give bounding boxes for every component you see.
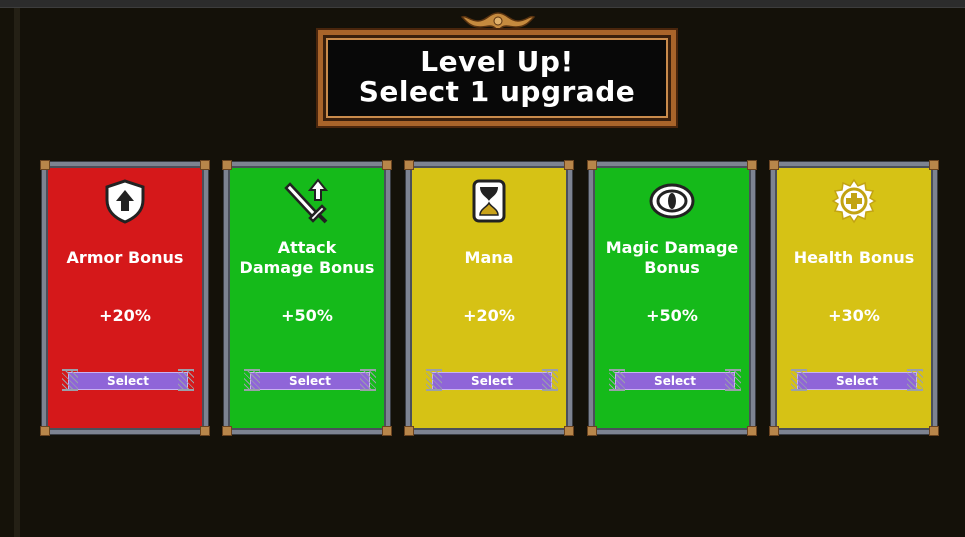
corner-ornament (929, 160, 939, 170)
button-ornament-left (62, 369, 78, 391)
corner-ornament (200, 160, 210, 170)
corner-ornament (404, 426, 414, 436)
button-ornament-left (791, 369, 807, 391)
card-title: Armor Bonus (66, 248, 184, 267)
button-ornament-right (542, 369, 558, 391)
select-button-label: Select (654, 374, 696, 388)
select-magic-damage-button[interactable]: Select (609, 369, 741, 391)
corner-ornament (200, 426, 210, 436)
upgrade-card-magic-damage: Magic Damage Bonus +50% Select (587, 160, 757, 436)
card-title: Attack Damage Bonus (239, 238, 375, 277)
card-value: +50% (646, 306, 698, 325)
sword-arrow-icon (284, 178, 329, 224)
eye-icon (649, 183, 695, 219)
corner-ornament (769, 160, 779, 170)
card-value: +20% (463, 306, 515, 325)
card-title: Mana (464, 248, 514, 267)
select-health-button[interactable]: Select (791, 369, 923, 391)
corner-ornament (587, 426, 597, 436)
corner-ornament (929, 426, 939, 436)
select-attack-button[interactable]: Select (244, 369, 376, 391)
button-ornament-right (178, 369, 194, 391)
select-mana-button[interactable]: Select (426, 369, 558, 391)
corner-ornament (564, 426, 574, 436)
corner-ornament (587, 160, 597, 170)
button-ornament-left (609, 369, 625, 391)
corner-ornament (382, 426, 392, 436)
card-value: +30% (828, 306, 880, 325)
shield-arrow-icon (105, 179, 145, 224)
corner-ornament (564, 160, 574, 170)
editor-toolbar (0, 0, 965, 8)
card-value: +50% (281, 306, 333, 325)
button-ornament-right (907, 369, 923, 391)
corner-ornament (769, 426, 779, 436)
card-title: Magic Damage Bonus (605, 238, 739, 277)
select-button-label: Select (289, 374, 331, 388)
level-up-title: Level Up! Select 1 upgrade (323, 47, 671, 107)
corner-ornament (40, 426, 50, 436)
corner-ornament (382, 160, 392, 170)
select-button-label: Select (836, 374, 878, 388)
button-ornament-left (244, 369, 260, 391)
button-ornament-left (426, 369, 442, 391)
corner-ornament (747, 426, 757, 436)
hourglass-icon (472, 179, 506, 223)
button-ornament-right (725, 369, 741, 391)
button-ornament-right (360, 369, 376, 391)
corner-ornament (40, 160, 50, 170)
corner-ornament (222, 160, 232, 170)
card-title: Health Bonus (793, 248, 915, 267)
upgrade-card-mana: Mana +20% Select (404, 160, 574, 436)
title-line-2: Select 1 upgrade (358, 75, 636, 108)
level-up-banner: Level Up! Select 1 upgrade (318, 30, 676, 126)
upgrade-card-armor: Armor Bonus +20% Select (40, 160, 210, 436)
corner-ornament (747, 160, 757, 170)
health-plus-icon (831, 178, 877, 224)
upgrade-card-attack: Attack Damage Bonus +50% Select (222, 160, 392, 436)
card-value: +20% (99, 306, 151, 325)
corner-ornament (404, 160, 414, 170)
select-armor-button[interactable]: Select (62, 369, 194, 391)
title-line-1: Level Up! (420, 45, 574, 78)
corner-ornament (222, 426, 232, 436)
select-button-label: Select (107, 374, 149, 388)
upgrade-card-health: Health Bonus +30% Select (769, 160, 939, 436)
select-button-label: Select (471, 374, 513, 388)
